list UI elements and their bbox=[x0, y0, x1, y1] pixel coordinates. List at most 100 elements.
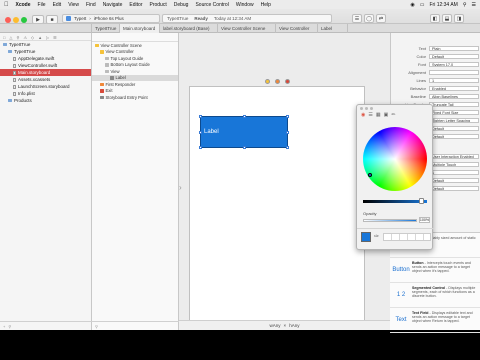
resize-handle[interactable] bbox=[243, 146, 246, 149]
saved-swatches[interactable] bbox=[383, 233, 431, 241]
inspector-value[interactable]: Default bbox=[429, 133, 479, 140]
jump-item-project[interactable]: TypeItTrue bbox=[92, 24, 120, 33]
report-icon[interactable]: ☰ bbox=[53, 35, 57, 40]
crayons-tab-icon[interactable]: ✏ bbox=[391, 112, 395, 118]
color-wheel-tab-icon[interactable]: ◉ bbox=[361, 112, 365, 118]
test-icon[interactable]: ◇ bbox=[31, 35, 34, 40]
resize-handle[interactable] bbox=[199, 115, 202, 118]
jump-item-scene[interactable]: View Controller Scene bbox=[218, 24, 276, 33]
menu-item-edit[interactable]: Edit bbox=[53, 2, 62, 8]
find-icon[interactable]: ⚲ bbox=[17, 35, 20, 40]
menu-item-editor[interactable]: Editor bbox=[129, 2, 142, 8]
library-item[interactable]: 1 2 Segmented Control - Displays multiple… bbox=[390, 283, 480, 308]
navigator-item[interactable]: ViewController.swift bbox=[0, 62, 91, 69]
inspector-value[interactable]: 1 bbox=[429, 169, 479, 176]
navigator-item[interactable]: TypeItTrue bbox=[0, 48, 91, 55]
toggle-utilities-button[interactable]: ◨ bbox=[454, 14, 464, 23]
first-responder-icon[interactable] bbox=[274, 78, 280, 84]
menu-item-xcode[interactable]: Xcode bbox=[16, 2, 31, 8]
menu-item-window[interactable]: Window bbox=[236, 2, 254, 8]
inspector-value[interactable]: Default bbox=[429, 125, 479, 132]
menu-item-product[interactable]: Product bbox=[149, 2, 166, 8]
opacity-value[interactable]: 100% bbox=[419, 217, 430, 223]
minimize-picker-button[interactable] bbox=[365, 106, 368, 110]
resize-handle[interactable] bbox=[286, 115, 289, 118]
scheme-selector[interactable]: TypeIt › iPhone 6s Plus bbox=[62, 14, 160, 23]
notification-center-icon[interactable]: ☰ bbox=[472, 2, 476, 8]
outline-item[interactable]: Storyboard Entry Point bbox=[92, 94, 178, 101]
size-class-bar[interactable]: wAny × hAny bbox=[179, 320, 390, 330]
image-palettes-tab-icon[interactable]: ▣ bbox=[384, 112, 389, 118]
resize-handle[interactable] bbox=[199, 146, 202, 149]
inspector-value[interactable] bbox=[429, 69, 479, 76]
selected-label[interactable]: Label bbox=[200, 116, 288, 148]
inspector-value[interactable]: Default bbox=[429, 53, 479, 60]
inspector-value[interactable]: User Interaction Enabled bbox=[429, 153, 479, 160]
menu-item-view[interactable]: View bbox=[68, 2, 79, 8]
brightness-slider-knob[interactable] bbox=[419, 198, 424, 204]
color-wheel-cursor[interactable] bbox=[368, 173, 372, 177]
resize-handle[interactable] bbox=[199, 131, 202, 134]
navigator-item[interactable]: Main.storyboard bbox=[0, 69, 91, 76]
navigator-item[interactable]: AppDelegate.swift bbox=[0, 55, 91, 62]
menu-item-find[interactable]: Find bbox=[86, 2, 96, 8]
zoom-picker-button[interactable] bbox=[370, 106, 373, 110]
menu-item-debug[interactable]: Debug bbox=[174, 2, 189, 8]
menu-item-navigate[interactable]: Navigate bbox=[103, 2, 123, 8]
navigator-item[interactable]: TypeItTrue bbox=[0, 41, 91, 48]
menu-item-file[interactable]: File bbox=[38, 2, 46, 8]
navigator-filter[interactable]: + ⚲ bbox=[0, 321, 92, 330]
toggle-navigator-button[interactable]: ◧ bbox=[430, 14, 440, 23]
color-wheel[interactable] bbox=[363, 127, 427, 191]
jump-item-storyboard[interactable]: Main.storyboard bbox=[120, 24, 160, 33]
view-controller-icon[interactable] bbox=[264, 78, 270, 84]
inspector-value[interactable]: Fixed Font Size bbox=[429, 109, 479, 116]
inspector-value[interactable]: 1 bbox=[429, 77, 479, 84]
issue-icon[interactable]: ⚠ bbox=[23, 35, 27, 40]
assistant-editor-button[interactable]: ◯ bbox=[364, 14, 374, 23]
add-icon[interactable]: + bbox=[3, 324, 5, 329]
inspector-value[interactable]: Truncate Tail bbox=[429, 101, 479, 108]
inspector-value[interactable]: Align Baselines bbox=[429, 93, 479, 100]
clock[interactable]: Fri 12:34 AM bbox=[429, 2, 457, 8]
search-icon[interactable]: ⚲ bbox=[463, 2, 467, 8]
battery-icon[interactable]: ▭ bbox=[420, 2, 425, 8]
opacity-slider[interactable] bbox=[363, 219, 417, 222]
inspector-value[interactable]: Multiple Touch bbox=[429, 161, 479, 168]
apple-menu-icon[interactable]:  bbox=[4, 2, 9, 8]
inspector-value[interactable]: Default bbox=[429, 177, 479, 184]
navigator-item[interactable]: LaunchScreen.storyboard bbox=[0, 83, 91, 90]
library-item[interactable]: Text Text Field - Displays editable text … bbox=[390, 308, 480, 333]
resize-handle[interactable] bbox=[286, 131, 289, 134]
eyedropper-icon[interactable]: ✑ bbox=[374, 233, 379, 240]
inspector-value[interactable]: Tighten Letter Spacing bbox=[429, 117, 479, 124]
jump-item-label[interactable]: Label bbox=[318, 24, 348, 33]
resize-handle[interactable] bbox=[243, 115, 246, 118]
inspector-value[interactable]: Plain bbox=[429, 45, 479, 52]
breakpoint-icon[interactable]: ▷ bbox=[46, 35, 49, 40]
inspector-value[interactable]: Enabled bbox=[429, 85, 479, 92]
menu-item-help[interactable]: Help bbox=[261, 2, 271, 8]
symbol-icon[interactable]: △ bbox=[9, 35, 12, 40]
navigator-item[interactable]: Info.plist bbox=[0, 90, 91, 97]
debug-icon[interactable]: ▲ bbox=[38, 35, 42, 40]
navigator-item[interactable]: Products bbox=[0, 97, 91, 104]
library-item[interactable]: Button Button - Intercepts touch events a… bbox=[390, 258, 480, 283]
folder-icon[interactable]: □ bbox=[3, 35, 5, 40]
menu-item-source-control[interactable]: Source Control bbox=[195, 2, 228, 8]
jump-item-base[interactable]: label.storyboard (Base) bbox=[160, 24, 218, 33]
entry-point-arrow[interactable]: › bbox=[179, 183, 185, 193]
sliders-tab-icon[interactable]: ☰ bbox=[368, 112, 372, 118]
wifi-icon[interactable]: ◉ bbox=[410, 2, 414, 8]
standard-editor-button[interactable]: ☰ bbox=[352, 14, 362, 23]
jump-item-view-controller[interactable]: View Controller bbox=[276, 24, 318, 33]
inspector-value[interactable]: Default bbox=[429, 185, 479, 192]
resize-handle[interactable] bbox=[286, 146, 289, 149]
navigator-item[interactable]: Assets.xcassets bbox=[0, 76, 91, 83]
palettes-tab-icon[interactable]: ▦ bbox=[376, 112, 381, 118]
close-picker-button[interactable] bbox=[360, 106, 363, 110]
version-editor-button[interactable]: ⇄ bbox=[376, 14, 386, 23]
exit-icon[interactable] bbox=[284, 78, 290, 84]
brightness-slider[interactable] bbox=[363, 200, 427, 203]
inspector-value[interactable]: System 17.0 bbox=[429, 61, 479, 68]
